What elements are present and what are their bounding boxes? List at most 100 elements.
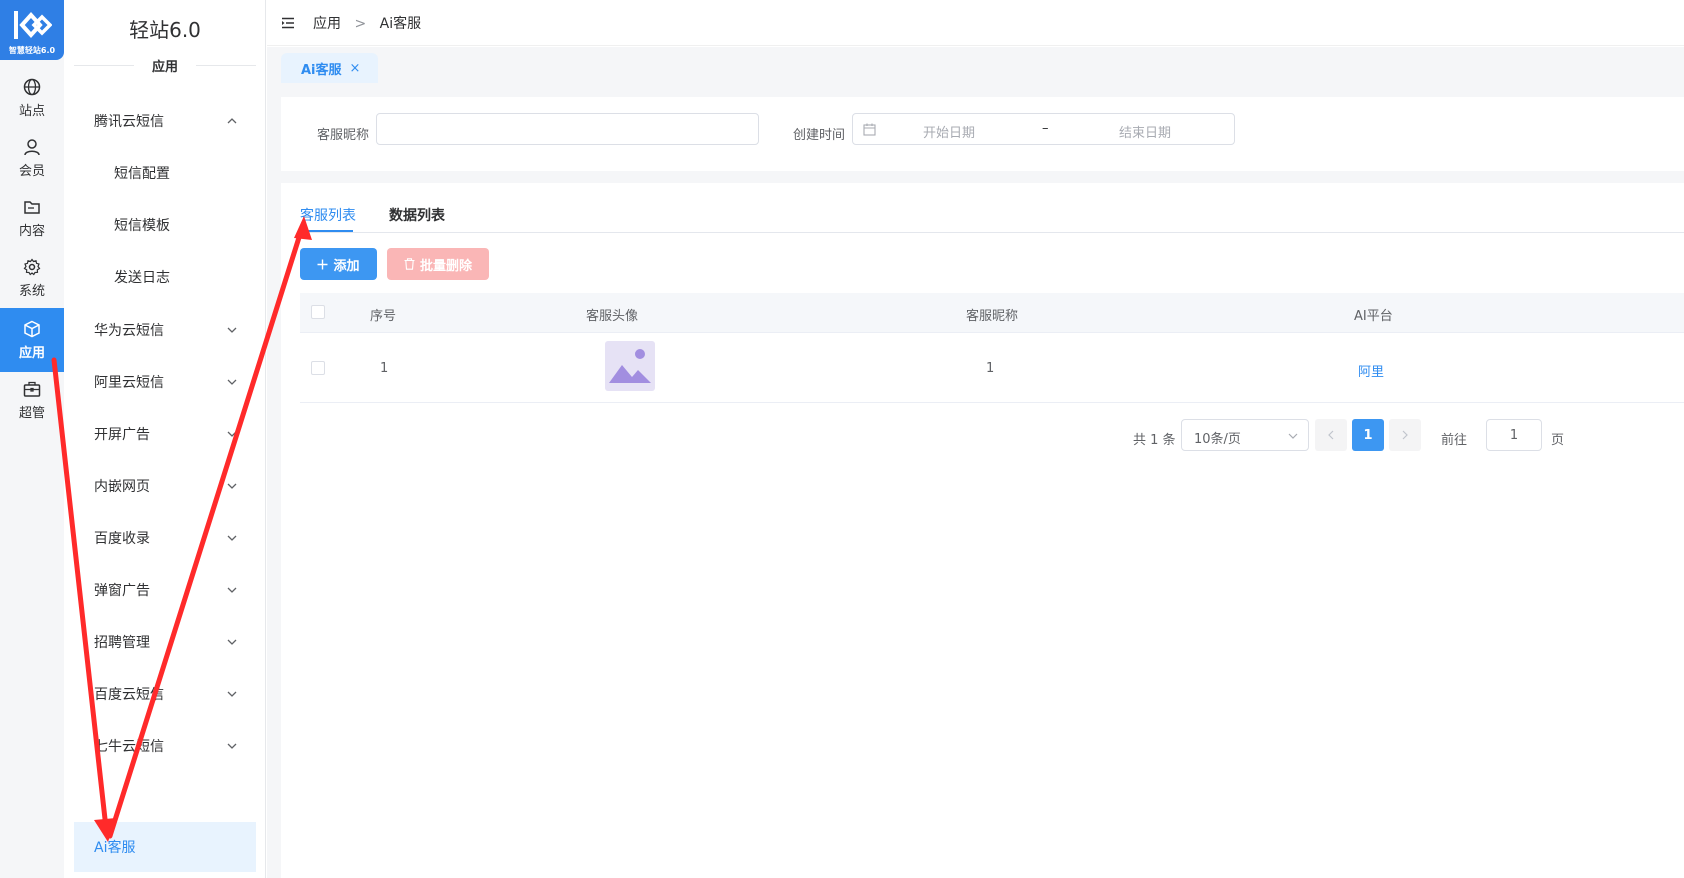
rail-item-content[interactable]: 内容	[0, 186, 64, 250]
tab-service-list[interactable]: 客服列表	[300, 205, 356, 225]
chevron-down-icon	[227, 483, 237, 489]
section-header: 应用	[74, 56, 257, 75]
nickname-label: 客服昵称	[317, 128, 370, 143]
chevron-down-icon	[227, 743, 237, 749]
menu-embedded-page[interactable]: 内嵌网页	[74, 464, 256, 508]
menu-label: 阿里云短信	[94, 375, 164, 391]
chevron-right-icon	[1402, 430, 1408, 440]
pagination-total: 共 1 条	[1133, 433, 1176, 448]
user-icon	[24, 138, 40, 155]
menu-send-log[interactable]: 发送日志	[74, 255, 256, 299]
rail-label: 超管	[18, 405, 45, 421]
column-nickname: 客服昵称	[966, 309, 1019, 324]
goto-label: 前往	[1441, 433, 1468, 448]
page-tab-ai-service[interactable]: Ai客服 ×	[281, 53, 378, 83]
column-avatar: 客服头像	[586, 309, 639, 324]
calendar-icon	[863, 123, 876, 136]
menu-label: 百度云短信	[94, 687, 164, 703]
batch-delete-label: 批量删除	[419, 258, 472, 274]
column-index: 序号	[370, 309, 397, 324]
menu-label: 招聘管理	[94, 635, 150, 651]
rail-item-system[interactable]: 系统	[0, 246, 64, 310]
menu-baidu-index[interactable]: 百度收录	[74, 516, 256, 560]
avatar	[605, 341, 655, 391]
chevron-down-icon	[227, 535, 237, 541]
menu-baidu-sms[interactable]: 百度云短信	[74, 672, 256, 716]
column-ai-platform: AI平台	[1354, 309, 1393, 324]
goto-page-input[interactable]: 1	[1486, 419, 1542, 451]
breadcrumb-separator: >	[354, 15, 367, 32]
select-all-checkbox[interactable]	[311, 305, 325, 319]
tab-data-list[interactable]: 数据列表	[389, 205, 445, 225]
app-logo[interactable]: 智慧轻站6.0	[0, 0, 64, 60]
page-number-current[interactable]: 1	[1352, 419, 1384, 451]
active-tab-indicator	[299, 230, 353, 232]
chevron-left-icon	[1328, 430, 1334, 440]
rail-label: 内容	[18, 223, 45, 239]
rail-item-site[interactable]: 站点	[0, 66, 64, 130]
chevron-down-icon	[1288, 433, 1298, 439]
menu-huawei-sms[interactable]: 华为云短信	[74, 308, 256, 352]
next-page-button[interactable]	[1389, 419, 1421, 451]
close-icon[interactable]: ×	[350, 61, 361, 76]
menu-sms-config[interactable]: 短信配置	[74, 151, 256, 195]
start-date-placeholder[interactable]: 开始日期	[923, 122, 975, 141]
tabs-divider	[299, 232, 1684, 233]
section-label: 应用	[152, 59, 179, 75]
menu-aliyun-sms[interactable]: 阿里云短信	[74, 360, 256, 404]
rail-item-member[interactable]: 会员	[0, 126, 64, 190]
breadcrumb-apps[interactable]: 应用	[313, 16, 341, 32]
cube-icon	[24, 320, 40, 337]
brand-title: 轻站6.0	[129, 18, 201, 42]
page-tabs-bar: Ai客服 ×	[267, 47, 1684, 83]
end-date-placeholder[interactable]: 结束日期	[1119, 122, 1171, 141]
menu-qiniu-sms[interactable]: 七牛云短信	[74, 724, 256, 768]
cell-ai-platform[interactable]: 阿里	[1358, 361, 1384, 380]
divider	[74, 64, 134, 66]
gear-icon	[23, 258, 41, 275]
menu-popup-ad[interactable]: 弹窗广告	[74, 568, 256, 612]
trash-icon	[404, 258, 415, 270]
breadcrumb: 应用 > Ai客服	[313, 13, 421, 33]
created-time-label: 创建时间	[793, 128, 846, 143]
menu-tencent-sms[interactable]: 腾讯云短信	[74, 99, 256, 143]
menu-label: 发送日志	[114, 270, 170, 286]
page-size-select[interactable]: 10条/页	[1181, 419, 1309, 451]
chevron-down-icon	[227, 379, 237, 385]
menu-label: 腾讯云短信	[94, 114, 164, 130]
page-tab-label: Ai客服	[301, 62, 342, 78]
briefcase-icon	[23, 381, 41, 397]
add-button[interactable]: 添加	[300, 248, 377, 280]
rail-label: 会员	[18, 163, 45, 179]
chevron-down-icon	[227, 327, 237, 333]
chevron-down-icon	[227, 691, 237, 697]
rail-item-admin[interactable]: 超管	[0, 368, 64, 432]
menu-sms-template[interactable]: 短信模板	[74, 203, 256, 247]
nickname-input[interactable]	[376, 113, 759, 145]
row-checkbox[interactable]	[311, 361, 325, 375]
menu-splash-ad[interactable]: 开屏广告	[74, 412, 256, 456]
menu-label: 开屏广告	[94, 427, 150, 443]
icon-rail: 智慧轻站6.0 站点 会员 内容 系统 应用 超管	[0, 0, 64, 878]
table-row: 1 1 阿里	[300, 333, 1684, 403]
page-size-value: 10条/页	[1194, 432, 1241, 447]
rail-label: 应用	[18, 345, 45, 361]
rail-label: 站点	[18, 103, 45, 119]
date-range-picker[interactable]: 开始日期 – 结束日期	[852, 113, 1235, 145]
menu-label: Ai客服	[94, 840, 136, 856]
folder-icon	[24, 200, 40, 214]
main-content: 客服昵称 创建时间 开始日期 – 结束日期 客服列表 数据列表 添加 批量删除 …	[267, 83, 1684, 878]
cell-nickname: 1	[986, 361, 995, 376]
chevron-up-icon	[227, 118, 237, 124]
plus-icon	[317, 259, 328, 269]
prev-page-button[interactable]	[1315, 419, 1347, 451]
menu-label: 短信模板	[114, 218, 170, 234]
menu-label: 弹窗广告	[94, 583, 150, 599]
menu-ai-service[interactable]: Ai客服	[74, 822, 256, 872]
globe-icon	[23, 78, 41, 95]
rail-item-apps[interactable]: 应用	[0, 308, 64, 372]
menu-label: 华为云短信	[94, 323, 164, 339]
batch-delete-button[interactable]: 批量删除	[387, 248, 489, 280]
menu-fold-icon[interactable]	[281, 17, 295, 29]
menu-recruitment[interactable]: 招聘管理	[74, 620, 256, 664]
